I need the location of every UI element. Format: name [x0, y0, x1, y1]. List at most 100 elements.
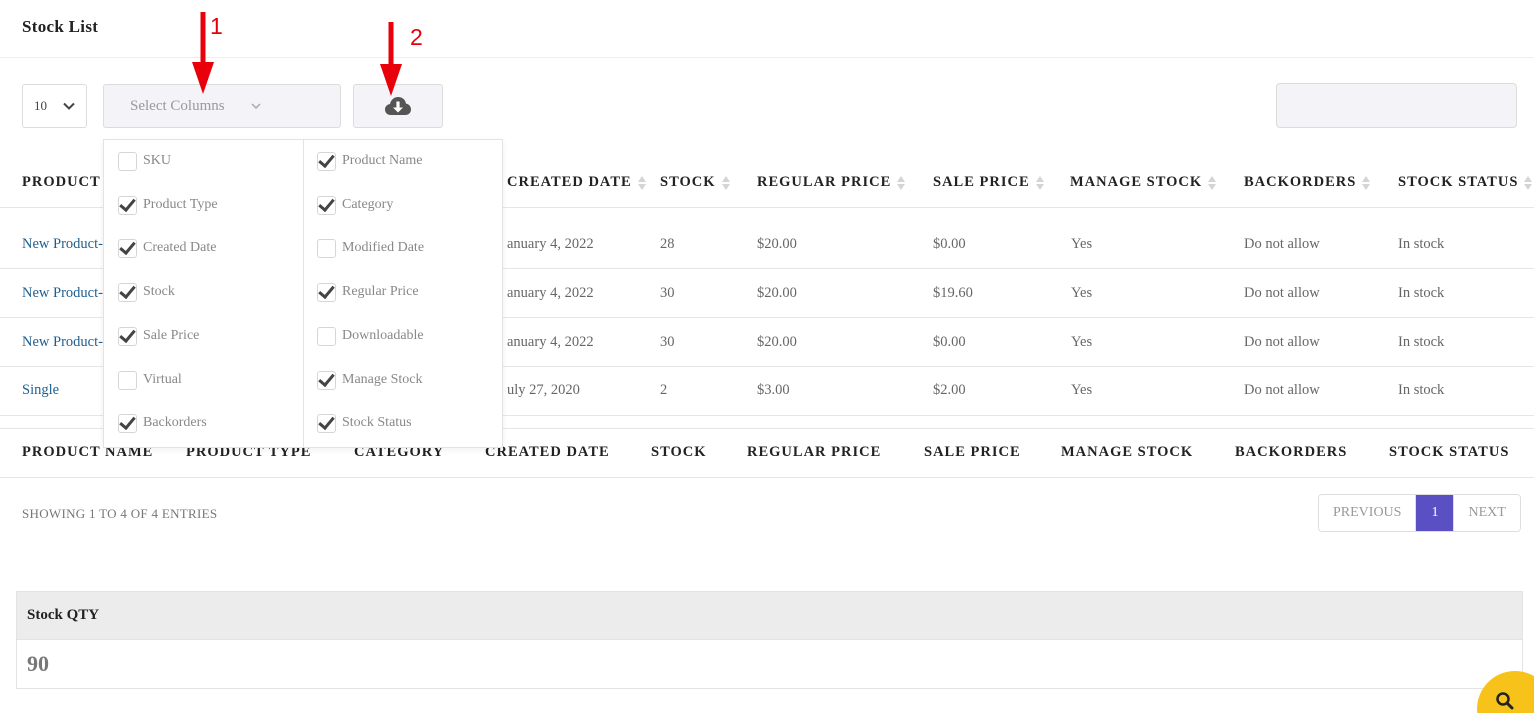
- column-option-category[interactable]: Category: [317, 194, 393, 216]
- column-header-stock-label: STOCK: [660, 174, 716, 190]
- column-header-created-date-label: CREATED DATE: [507, 174, 632, 190]
- column-option-label: Product Name: [342, 153, 423, 168]
- column-option-modified-date[interactable]: Modified Date: [317, 237, 424, 259]
- checkbox[interactable]: [317, 195, 336, 215]
- cell-stock-status: In stock: [1398, 382, 1445, 398]
- product-link[interactable]: Single: [22, 382, 59, 399]
- column-header-stock-status[interactable]: STOCK STATUS: [1398, 174, 1533, 191]
- sort-icon: [1524, 175, 1533, 191]
- cell-regular-price: $20.00: [757, 334, 797, 350]
- column-header-backorders-label: BACKORDERS: [1244, 174, 1357, 190]
- sort-icon: [637, 175, 647, 191]
- column-option-label: Virtual: [143, 372, 182, 387]
- search-input[interactable]: [1276, 83, 1517, 128]
- cell-regular-price: $3.00: [757, 382, 790, 398]
- cell-backorders: Do not allow: [1244, 334, 1320, 350]
- column-option-label: Stock: [143, 284, 175, 299]
- column-header-sale-price[interactable]: SALE PRICE: [933, 174, 1045, 191]
- product-link[interactable]: New Product-: [22, 236, 103, 253]
- column-header-sale-price-label: SALE PRICE: [933, 174, 1030, 190]
- pagination-next[interactable]: NEXT: [1453, 495, 1520, 531]
- checkbox[interactable]: [317, 326, 336, 346]
- sort-icon: [1208, 175, 1217, 191]
- column-header-backorders[interactable]: BACKORDERS: [1244, 174, 1371, 191]
- column-header-product-label: PRODUCT: [22, 174, 101, 190]
- checkbox[interactable]: [317, 238, 336, 258]
- column-option-downloadable[interactable]: Downloadable: [317, 325, 424, 347]
- cell-manage-stock: Yes: [1071, 285, 1093, 301]
- page-length-select[interactable]: 10: [22, 84, 87, 128]
- checkbox[interactable]: [118, 151, 137, 171]
- column-header-manage-stock-label: MANAGE STOCK: [1070, 174, 1203, 190]
- checkbox[interactable]: [118, 326, 137, 346]
- column-option-sale-price[interactable]: Sale Price: [118, 325, 199, 347]
- checkbox[interactable]: [317, 370, 336, 390]
- column-option-product-name[interactable]: Product Name: [317, 150, 422, 172]
- column-header-manage-stock[interactable]: MANAGE STOCK: [1070, 174, 1217, 191]
- column-option-created-date[interactable]: Created Date: [118, 237, 216, 259]
- checkbox[interactable]: [118, 195, 137, 215]
- cell-sale-price: $0.00: [933, 334, 966, 350]
- cell-manage-stock: Yes: [1071, 382, 1093, 398]
- column-header-stock[interactable]: STOCK: [660, 174, 731, 191]
- cell-backorders: Do not allow: [1244, 285, 1320, 301]
- checkbox[interactable]: [118, 282, 137, 302]
- column-option-label: Modified Date: [342, 240, 425, 255]
- checkbox[interactable]: [118, 238, 137, 258]
- product-link[interactable]: New Product-: [22, 285, 103, 302]
- column-option-stock[interactable]: Stock: [118, 281, 175, 303]
- column-header-regular-price[interactable]: REGULAR PRICE: [757, 174, 906, 191]
- cell-created-date: anuary 4, 2022: [507, 236, 594, 252]
- column-option-label: Manage Stock: [342, 372, 423, 387]
- column-header-regular-price-label: REGULAR PRICE: [757, 174, 892, 190]
- checkbox[interactable]: [317, 413, 336, 433]
- sort-icon: [721, 175, 731, 191]
- annotation-arrow-2: [380, 22, 402, 96]
- stock-qty-label: Stock QTY: [17, 592, 1522, 640]
- footer-manage-stock: MANAGE STOCK: [1061, 444, 1194, 460]
- annotation-number-1: 1: [210, 13, 223, 39]
- cell-backorders: Do not allow: [1244, 236, 1320, 252]
- checkbox[interactable]: [317, 151, 336, 171]
- cell-created-date: anuary 4, 2022: [507, 334, 594, 350]
- product-link[interactable]: New Product-: [22, 334, 103, 351]
- footer-stock-status: STOCK STATUS: [1389, 444, 1510, 460]
- column-option-label: Backorders: [143, 415, 207, 430]
- column-option-label: Stock Status: [342, 415, 412, 430]
- pagination-page-1[interactable]: 1: [1416, 495, 1454, 531]
- checkbox[interactable]: [118, 370, 137, 390]
- checkbox[interactable]: [118, 413, 137, 433]
- column-option-regular-price[interactable]: Regular Price: [317, 281, 419, 303]
- cell-stock: 2: [660, 382, 668, 398]
- column-option-label: Created Date: [143, 240, 217, 255]
- column-option-manage-stock[interactable]: Manage Stock: [317, 369, 422, 391]
- page-title: Stock List: [22, 17, 99, 36]
- cell-stock-status: In stock: [1398, 236, 1445, 252]
- cell-sale-price: $19.60: [933, 285, 973, 301]
- column-option-virtual[interactable]: Virtual: [118, 369, 182, 391]
- page-length-value: 10: [34, 98, 47, 113]
- footer-backorders: BACKORDERS: [1235, 444, 1348, 460]
- cell-regular-price: $20.00: [757, 236, 797, 252]
- entries-info: SHOWING 1 TO 4 OF 4 ENTRIES: [22, 506, 218, 521]
- pagination-previous[interactable]: PREVIOUS: [1319, 495, 1417, 531]
- column-option-backorders[interactable]: Backorders: [118, 412, 207, 434]
- column-header-product[interactable]: PRODUCT: [22, 174, 101, 191]
- cell-manage-stock: Yes: [1071, 236, 1093, 252]
- column-option-stock-status[interactable]: Stock Status: [317, 412, 412, 434]
- cell-manage-stock: Yes: [1071, 334, 1093, 350]
- cell-stock: 30: [660, 285, 675, 301]
- select-columns-dropdown[interactable]: Select Columns: [103, 84, 341, 128]
- column-header-stock-status-label: STOCK STATUS: [1398, 174, 1519, 190]
- footer-created-date: CREATED DATE: [485, 444, 610, 460]
- cell-stock-status: In stock: [1398, 285, 1445, 301]
- column-option-product-type[interactable]: Product Type: [118, 194, 218, 216]
- cell-backorders: Do not allow: [1244, 382, 1320, 398]
- column-option-sku[interactable]: SKU: [118, 150, 171, 172]
- select-columns-placeholder: Select Columns: [130, 98, 225, 114]
- footer-sale-price: SALE PRICE: [924, 444, 1021, 460]
- checkbox[interactable]: [317, 282, 336, 302]
- column-header-created-date[interactable]: CREATED DATE: [507, 174, 647, 191]
- footer-stock: STOCK: [651, 444, 707, 460]
- cell-regular-price: $20.00: [757, 285, 797, 301]
